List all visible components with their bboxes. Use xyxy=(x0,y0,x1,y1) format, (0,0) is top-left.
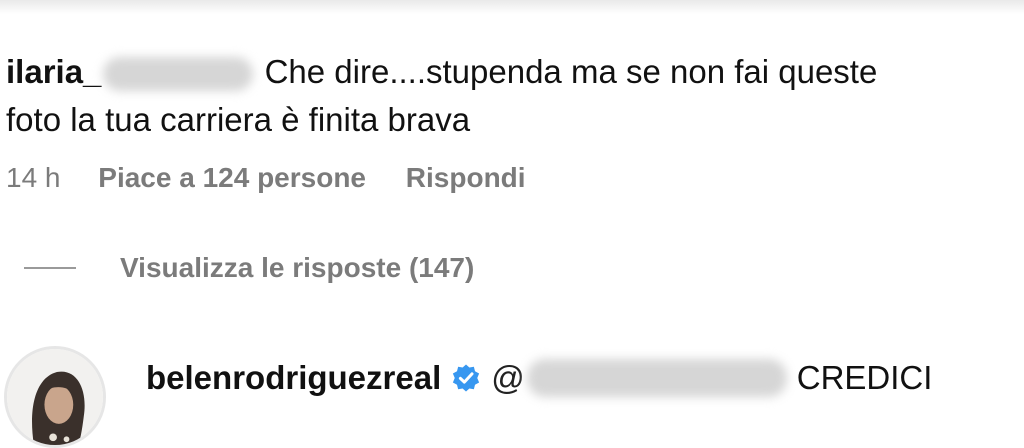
comment-meta: 14 h Piace a 124 persone Rispondi xyxy=(6,162,526,194)
comment-text-line2: foto la tua carriera è finita brava xyxy=(6,101,471,138)
reply-text: CREDICI xyxy=(796,359,933,396)
reply-comment: belenrodriguezreal @ CREDICI xyxy=(4,346,1014,448)
view-replies-button[interactable]: Visualizza le risposte (147) xyxy=(24,252,474,284)
comment-timestamp[interactable]: 14 h xyxy=(6,162,61,193)
comment-text-line1: Che dire....stupenda ma se non fai quest… xyxy=(264,53,878,90)
top-edge xyxy=(0,0,1024,14)
verified-badge-icon xyxy=(451,363,481,393)
reply-username[interactable]: belenrodriguezreal xyxy=(146,354,441,402)
reply-mention[interactable]: @ xyxy=(491,354,525,402)
comment-body: ilaria_ Che dire....stupenda ma se non f… xyxy=(6,48,1006,144)
mention-redaction xyxy=(526,359,787,397)
comment-username[interactable]: ilaria_ xyxy=(6,53,101,90)
reply-button[interactable]: Rispondi xyxy=(406,162,526,193)
replies-divider xyxy=(24,267,76,269)
avatar-photo-icon xyxy=(7,349,103,445)
reply-text-row: belenrodriguezreal @ CREDICI xyxy=(146,354,932,402)
username-redaction xyxy=(103,57,254,92)
avatar[interactable] xyxy=(4,346,106,448)
view-replies-label: Visualizza le risposte (147) xyxy=(120,252,475,283)
likes-count-link[interactable]: Piace a 124 persone xyxy=(98,162,366,193)
